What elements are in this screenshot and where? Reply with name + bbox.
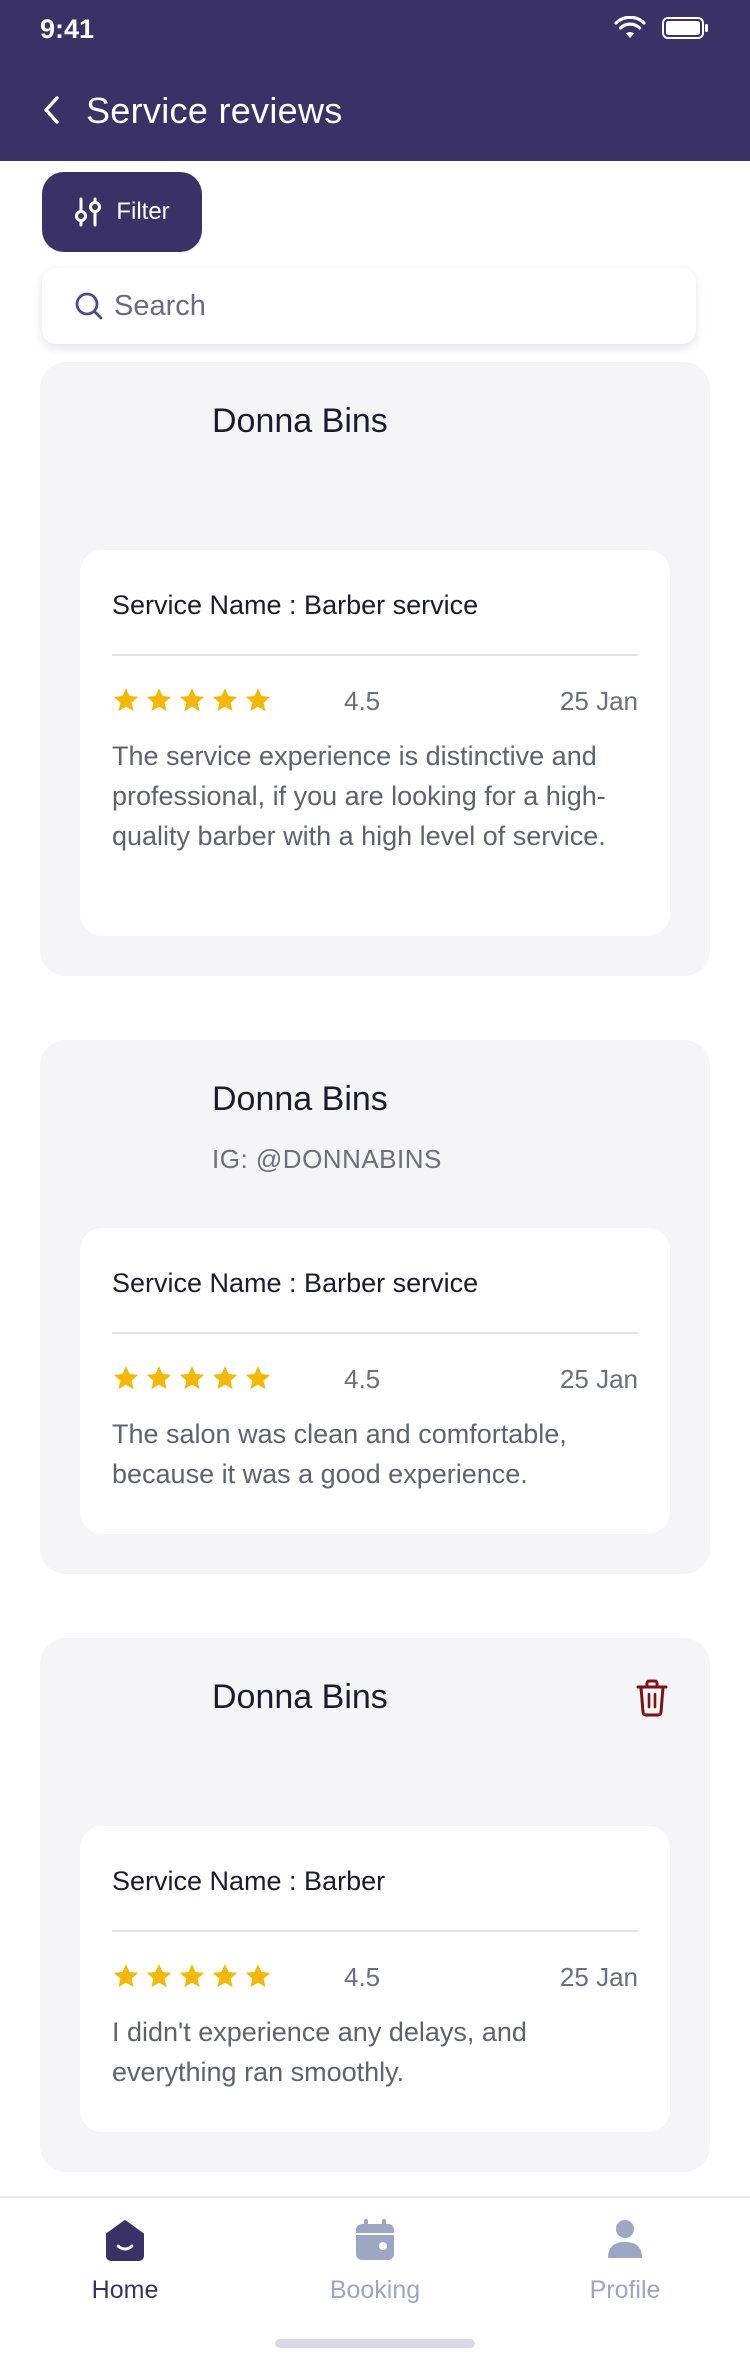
- service-name: Service Name : Barber: [112, 1866, 386, 1896]
- review-comment: I didn't experience any delays, and ever…: [112, 2017, 527, 2087]
- rating-value: 4.5: [344, 1962, 381, 1992]
- review-card: Donna Bins IG: @DONNABINS Service Name :…: [40, 1040, 710, 1574]
- review-details: Service Name : Barber service 4.5 25 Jan…: [80, 550, 670, 936]
- star-icon: [212, 1366, 238, 1390]
- review-comment: The service experience is distinctive an…: [112, 741, 606, 851]
- nav-item-booking[interactable]: Booking: [295, 2218, 455, 2305]
- star-icon: [146, 1964, 172, 1988]
- nav-label-profile: Profile: [589, 2276, 661, 2304]
- reviewer-handle: IG: @DONNABINS: [212, 1144, 442, 1174]
- chevron-left-icon: [44, 96, 59, 124]
- star-icon: [113, 1366, 139, 1390]
- rating-value: 4.5: [344, 1364, 381, 1394]
- star-icon: [146, 688, 172, 712]
- status-icons: [614, 16, 710, 40]
- service-name: Service Name : Barber service: [112, 1268, 479, 1298]
- star-icon: [113, 688, 139, 712]
- star-rating: [112, 1364, 272, 1392]
- review-card: Donna Bins Service Name : Barber service…: [40, 362, 710, 976]
- review-details: Service Name : Barber service 4.5 25 Jan…: [80, 1228, 670, 1534]
- filter-label: Filter: [116, 198, 170, 225]
- review-comment: The salon was clean and comfortable, bec…: [112, 1419, 567, 1489]
- search-input[interactable]: Search: [42, 268, 696, 344]
- review-date: 25 Jan: [559, 1962, 638, 1992]
- home-icon: [106, 2220, 144, 2261]
- star-icon: [179, 1366, 205, 1390]
- nav-label-home: Home: [91, 2276, 159, 2304]
- star-icon: [212, 1964, 238, 1988]
- app-header: 9:41 Service reviews: [0, 0, 750, 161]
- nav-item-home[interactable]: Home: [45, 2218, 205, 2305]
- star-icon: [245, 1964, 271, 1988]
- calendar-icon: [356, 2219, 394, 2260]
- delete-button[interactable]: [632, 1676, 672, 1720]
- star-icon: [245, 688, 271, 712]
- page-title: Service reviews: [86, 90, 343, 131]
- review-date: 25 Jan: [559, 686, 638, 716]
- rating-value: 4.5: [344, 686, 381, 716]
- reviewer-name: Donna Bins: [212, 402, 388, 440]
- service-name: Service Name : Barber service: [112, 590, 479, 620]
- divider: [112, 654, 638, 656]
- review-date: 25 Jan: [559, 1364, 638, 1394]
- profile-icon: [608, 2220, 642, 2258]
- star-icon: [146, 1366, 172, 1390]
- back-button[interactable]: [34, 92, 70, 128]
- star-rating: [112, 1962, 272, 1990]
- filter-button[interactable]: Filter: [42, 172, 202, 252]
- divider: [112, 1332, 638, 1334]
- review-card: Donna Bins Service Name : Barber 4.5 25 …: [40, 1638, 710, 2172]
- star-icon: [179, 1964, 205, 1988]
- reviewer-name: Donna Bins: [212, 1678, 388, 1716]
- home-indicator: [275, 2339, 475, 2348]
- search-icon: [75, 292, 103, 320]
- reviewer-name: Donna Bins: [212, 1080, 388, 1118]
- nav-label-booking: Booking: [329, 2276, 421, 2304]
- battery-icon: [662, 17, 708, 39]
- star-icon: [212, 688, 238, 712]
- divider: [112, 1930, 638, 1932]
- search-placeholder: Search: [114, 289, 206, 322]
- review-details: Service Name : Barber 4.5 25 Jan I didn'…: [80, 1826, 670, 2132]
- star-icon: [179, 688, 205, 712]
- status-time: 9:41: [40, 14, 95, 44]
- trash-icon: [636, 1679, 668, 1717]
- star-icon: [113, 1964, 139, 1988]
- filter-icon: [75, 197, 102, 227]
- nav-item-profile[interactable]: Profile: [545, 2218, 705, 2305]
- star-icon: [245, 1366, 271, 1390]
- wifi-icon: [614, 16, 646, 38]
- star-rating: [112, 686, 272, 714]
